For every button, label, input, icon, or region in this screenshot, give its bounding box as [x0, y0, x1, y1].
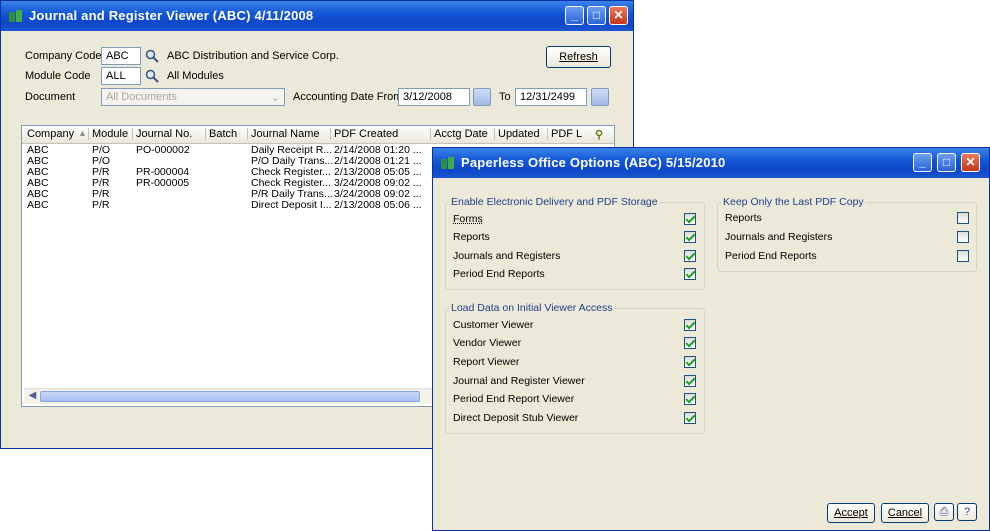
calendar-icon[interactable] — [591, 88, 609, 106]
column-header-journal-no[interactable]: Journal No. — [136, 128, 192, 140]
lookup-magnifier-icon[interactable] — [145, 69, 159, 83]
options-window-titlebar[interactable]: Paperless Office Options (ABC) 5/15/2010… — [433, 148, 989, 178]
document-select: All Documents ⌄ — [101, 88, 285, 106]
grid-header: Company ▲ Module Journal No. Batch Journ… — [22, 126, 614, 144]
refresh-button[interactable]: Refresh — [546, 46, 611, 68]
app-icon — [441, 157, 454, 169]
option-period-end-report-viewer-checkbox[interactable] — [684, 393, 696, 405]
close-icon: ✕ — [613, 8, 624, 22]
option-report-viewer-checkbox[interactable] — [684, 356, 696, 368]
minimize-button[interactable]: _ — [913, 153, 932, 172]
print-button[interactable]: ⎙ — [934, 503, 954, 521]
option-period-end-report-viewer-label: Period End Report Viewer — [453, 393, 575, 405]
keep-period-end-reports-checkbox[interactable] — [957, 250, 969, 262]
accounting-date-from-label: Accounting Date From — [293, 91, 403, 103]
maximize-icon: □ — [592, 8, 601, 22]
lookup-magnifier-icon[interactable] — [145, 49, 159, 63]
company-code-label: Company Code — [25, 50, 102, 62]
sort-arrow-icon: ▲ — [78, 128, 87, 138]
keep-journals-registers-checkbox[interactable] — [957, 231, 969, 243]
document-select-value: All Documents — [106, 91, 177, 103]
app-icon — [9, 10, 22, 22]
help-button[interactable]: ? — [957, 503, 977, 521]
module-code-label: Module Code — [25, 70, 91, 82]
document-label: Document — [25, 91, 76, 103]
module-name: All Modules — [167, 70, 224, 82]
journal-window-title: Journal and Register Viewer (ABC) 4/11/2… — [29, 8, 314, 23]
keep-journals-registers-label: Journals and Registers — [725, 231, 833, 243]
paperless-office-options-window: Paperless Office Options (ABC) 5/15/2010… — [432, 147, 990, 531]
minimize-icon: _ — [571, 8, 578, 22]
date-from-field[interactable]: 3/12/2008 — [398, 88, 470, 106]
column-header-company[interactable]: Company — [27, 128, 74, 140]
maximize-icon: □ — [942, 155, 951, 169]
option-period-end-reports-checkbox[interactable] — [684, 268, 696, 280]
calendar-icon[interactable] — [473, 88, 491, 106]
close-icon: ✕ — [965, 155, 976, 169]
chevron-down-icon: ⌄ — [270, 92, 280, 104]
cancel-button-label: Cancel — [887, 507, 923, 519]
option-vendor-viewer-checkbox[interactable] — [684, 337, 696, 349]
option-journal-register-viewer-label: Journal and Register Viewer — [453, 375, 585, 387]
option-report-viewer-label: Report Viewer — [453, 356, 520, 368]
option-forms-label: Forms — [453, 213, 483, 225]
accept-button-label: Accept — [834, 507, 868, 519]
option-forms-checkbox[interactable] — [684, 213, 696, 225]
column-header-updated[interactable]: Updated — [498, 128, 540, 140]
column-header-pdf-created[interactable]: PDF Created — [334, 128, 398, 140]
close-button[interactable]: ✕ — [609, 6, 628, 25]
keep-reports-label: Reports — [725, 212, 762, 224]
column-header-module[interactable]: Module — [92, 128, 128, 140]
option-journal-register-viewer-checkbox[interactable] — [684, 375, 696, 387]
group-electronic-delivery-title: Enable Electronic Delivery and PDF Stora… — [449, 196, 660, 208]
column-header-acctg-date[interactable]: Acctg Date — [434, 128, 488, 140]
company-code-field[interactable]: ABC — [101, 47, 141, 65]
journal-window-titlebar[interactable]: Journal and Register Viewer (ABC) 4/11/2… — [1, 1, 633, 31]
option-customer-viewer-label: Customer Viewer — [453, 319, 534, 331]
option-reports-checkbox[interactable] — [684, 231, 696, 243]
keep-period-end-reports-label: Period End Reports — [725, 250, 817, 262]
column-chooser-icon[interactable]: ⚲ — [595, 128, 603, 141]
date-to-field[interactable]: 12/31/2499 — [515, 88, 587, 106]
maximize-button[interactable]: □ — [587, 6, 606, 25]
option-journals-registers-label: Journals and Registers — [453, 250, 561, 262]
option-direct-deposit-stub-viewer-label: Direct Deposit Stub Viewer — [453, 412, 579, 424]
option-direct-deposit-stub-viewer-checkbox[interactable] — [684, 412, 696, 424]
accept-button[interactable]: Accept — [827, 503, 875, 523]
group-keep-last-pdf-title: Keep Only the Last PDF Copy — [721, 196, 866, 208]
cancel-button[interactable]: Cancel — [881, 503, 929, 523]
module-code-field[interactable]: ALL — [101, 67, 141, 85]
help-icon: ? — [963, 506, 971, 518]
company-name: ABC Distribution and Service Corp. — [167, 50, 339, 62]
close-button[interactable]: ✕ — [961, 153, 980, 172]
group-load-data-title: Load Data on Initial Viewer Access — [449, 302, 615, 314]
option-journals-registers-checkbox[interactable] — [684, 250, 696, 262]
column-header-batch[interactable]: Batch — [209, 128, 237, 140]
minimize-button[interactable]: _ — [565, 6, 584, 25]
option-customer-viewer-checkbox[interactable] — [684, 319, 696, 331]
option-vendor-viewer-label: Vendor Viewer — [453, 337, 522, 349]
to-label: To — [499, 91, 511, 103]
option-period-end-reports-label: Period End Reports — [453, 268, 545, 280]
keep-reports-checkbox[interactable] — [957, 212, 969, 224]
option-reports-label: Reports — [453, 231, 490, 243]
column-header-pdf-l[interactable]: PDF L — [551, 128, 582, 140]
scroll-left-icon[interactable]: ◀ — [26, 390, 39, 403]
options-window-title: Paperless Office Options (ABC) 5/15/2010 — [461, 155, 726, 170]
scrollbar-thumb[interactable] — [40, 391, 420, 402]
minimize-icon: _ — [919, 155, 926, 169]
maximize-button[interactable]: □ — [937, 153, 956, 172]
column-header-journal-name[interactable]: Journal Name — [251, 128, 319, 140]
refresh-button-label: Refresh — [559, 51, 598, 63]
printer-icon: ⎙ — [939, 506, 949, 518]
